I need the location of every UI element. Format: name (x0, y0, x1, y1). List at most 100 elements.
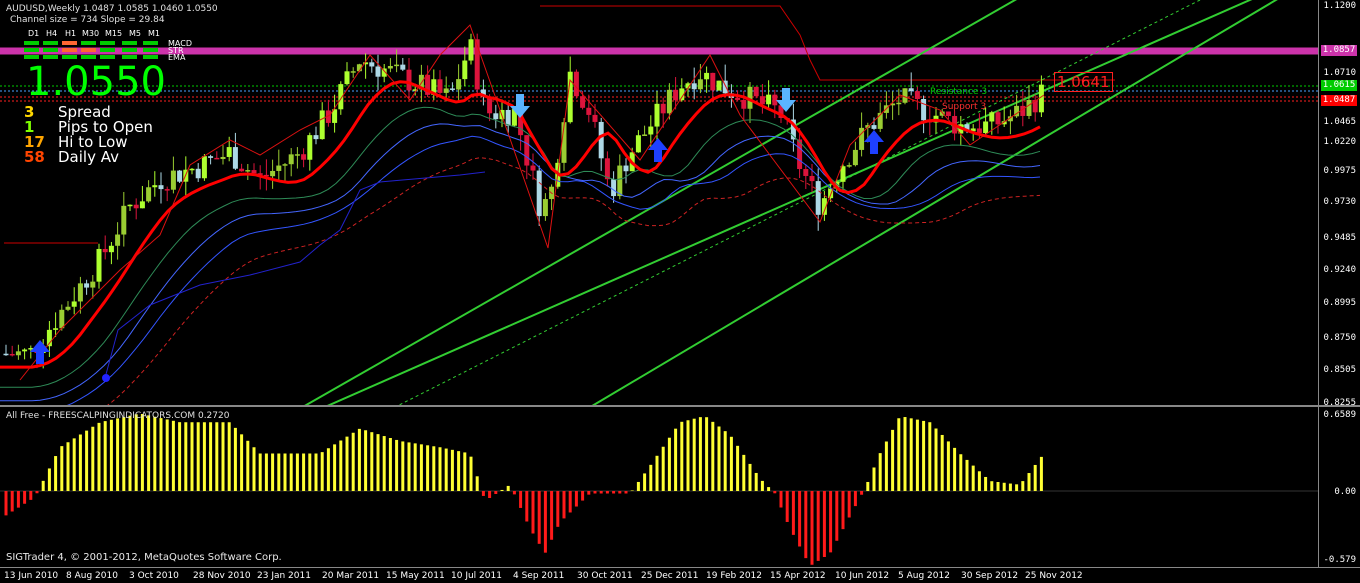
osc-bar (413, 443, 417, 491)
osc-bar (618, 491, 622, 494)
candle-body (313, 135, 319, 140)
tf-signal-cell (100, 41, 115, 45)
osc-bar (723, 431, 727, 491)
osc-bar (581, 491, 585, 501)
osc-bar (41, 480, 45, 491)
osc-bar (432, 446, 436, 491)
osc-bar (72, 438, 76, 491)
osc-bar (481, 491, 485, 496)
osc-bar (289, 453, 293, 491)
osc-bar (891, 429, 895, 491)
osc-bar (717, 426, 721, 491)
tf-signal-cell (122, 48, 137, 52)
daily-av-row: 58 Daily Av (24, 149, 119, 165)
candle-body (59, 309, 65, 329)
oscillator-panel[interactable] (0, 407, 1320, 567)
osc-bar (661, 446, 665, 491)
candle-body (976, 128, 982, 134)
candle-body (121, 205, 127, 235)
tf-label-h4: H4 (46, 29, 58, 38)
candle-body (115, 234, 121, 246)
candle-body (536, 170, 542, 217)
osc-bar (488, 491, 492, 499)
candle-body (648, 126, 654, 135)
candle-body (152, 185, 158, 188)
candle-body (896, 102, 902, 105)
osc-bar (395, 439, 399, 491)
osc-bar (878, 453, 882, 491)
tf-label-m1: M1 (148, 29, 160, 38)
candle-body (387, 66, 393, 69)
osc-bar (822, 491, 826, 557)
copyright-text: SIGTrader 4, © 2001-2012, MetaQuotes Sof… (6, 552, 282, 563)
candle-body (3, 353, 9, 356)
osc-bar (729, 436, 733, 491)
osc-bar (97, 422, 101, 491)
osc-bar (382, 436, 386, 491)
candle-body (77, 283, 83, 302)
osc-bar (773, 491, 777, 494)
tf-signal-cell (43, 48, 58, 52)
date-label: 10 Jun 2012 (835, 571, 890, 581)
price-scale-label: 0.8505 (1323, 365, 1356, 375)
candle-body (108, 245, 114, 253)
candle-body (871, 125, 877, 129)
osc-bar (457, 451, 461, 491)
osc-bar (748, 463, 752, 491)
candle-body (456, 79, 462, 90)
osc-bar (463, 452, 467, 491)
date-label: 28 Nov 2010 (193, 571, 251, 581)
price-scale-label: 0.9730 (1323, 197, 1356, 207)
candle-body (394, 64, 400, 67)
candle-body (759, 96, 765, 105)
osc-bar (636, 481, 640, 491)
osc-bar (965, 459, 969, 491)
candle-body (375, 66, 381, 77)
osc-bar (1027, 473, 1031, 491)
candle-body (170, 170, 176, 190)
osc-bar (233, 427, 237, 491)
channel-upper-line (327, 0, 1253, 405)
osc-scale-min: -0.579 (1323, 555, 1356, 565)
osc-bar (971, 465, 975, 491)
osc-bar (283, 453, 287, 491)
osc-bar (537, 491, 541, 544)
date-axis (0, 567, 1360, 568)
red-price-tag: 1.0487 (1321, 95, 1357, 106)
osc-bar (959, 454, 963, 491)
osc-bar (10, 491, 14, 512)
osc-bar (202, 422, 206, 491)
osc-bar (252, 447, 256, 491)
osc-bar (221, 422, 225, 491)
candle-body (22, 349, 28, 352)
osc-bar (754, 472, 758, 491)
osc-bar (500, 489, 504, 491)
tf-label-h1: H1 (65, 29, 77, 38)
date-label: 15 May 2011 (386, 571, 445, 581)
candle-body (710, 72, 716, 91)
osc-bar (401, 441, 405, 491)
date-label: 10 Jul 2011 (451, 571, 502, 581)
red-step-line (540, 5, 1115, 81)
candle-body (282, 164, 288, 166)
osc-bar (1021, 481, 1025, 491)
tf-signal-cell (122, 41, 137, 45)
price-chart[interactable] (0, 0, 1320, 405)
candle-body (468, 39, 474, 61)
osc-bar (134, 414, 138, 491)
candle-body (350, 71, 356, 73)
candle-body (400, 64, 406, 70)
osc-bar (153, 416, 157, 491)
resistance-label: Resistance 3 (930, 87, 988, 97)
osc-bar (376, 434, 380, 491)
osc-bar (736, 445, 740, 491)
magenta-price-tag: 1.0857 (1321, 45, 1357, 56)
osc-bar (525, 491, 529, 522)
candle-body (753, 86, 759, 97)
price-scale-label: 1.0220 (1323, 137, 1356, 147)
candle-body (65, 306, 71, 310)
candle-body (611, 179, 617, 197)
osc-bar (469, 456, 473, 491)
candle-body (921, 98, 927, 121)
candle-body (691, 83, 697, 90)
